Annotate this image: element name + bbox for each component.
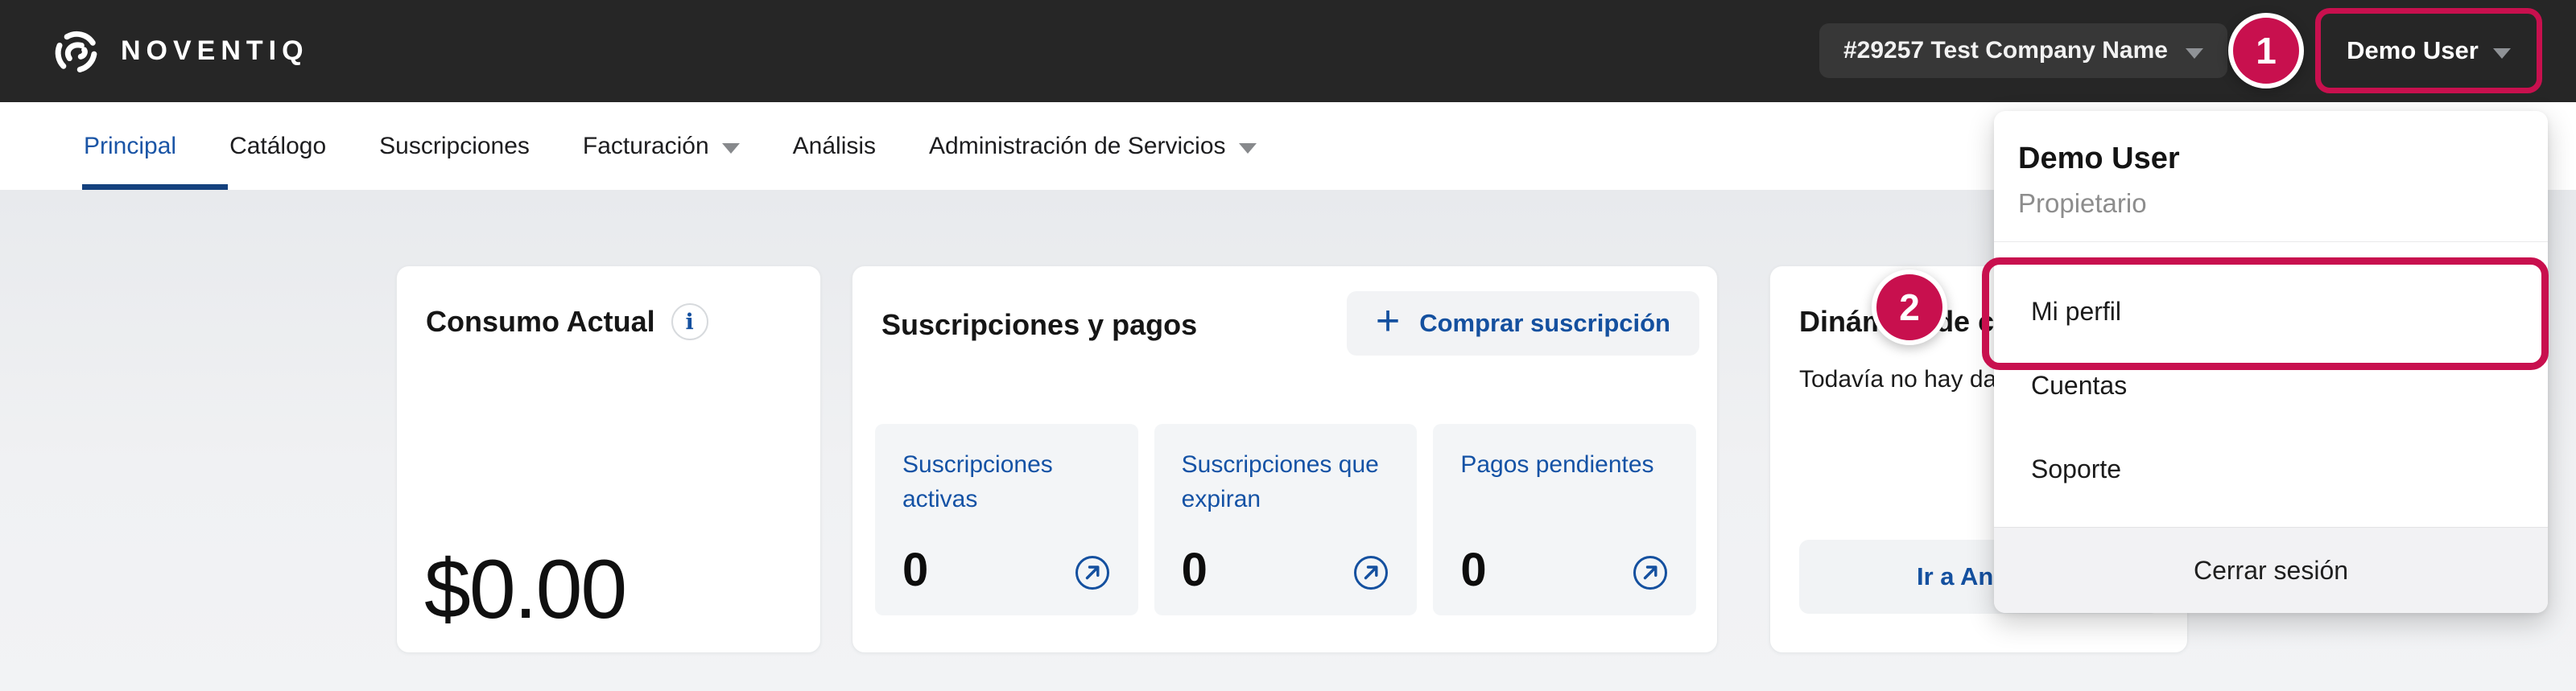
- portal-page: NOVENTIQ #29257 Test Company Name Demo U…: [0, 0, 2576, 691]
- stat-tile-suscripciones-activas[interactable]: Suscripciones activas 0: [875, 424, 1138, 615]
- consumo-actual-card: Consumo Actual i $0.00: [396, 265, 821, 653]
- nav-tab-administracion-label: Administración de Servicios: [929, 133, 1225, 160]
- stat-tile-value: 0: [1182, 549, 1208, 591]
- stat-tile-value: 0: [1460, 549, 1486, 591]
- nav-tab-principal[interactable]: Principal: [84, 133, 176, 160]
- noventiq-logo-text: NOVENTIQ: [121, 35, 309, 67]
- nav-tab-suscripciones[interactable]: Suscripciones: [379, 133, 530, 160]
- stat-tile-label: Suscripciones que expiran: [1182, 448, 1390, 516]
- noventiq-logo-icon: [53, 27, 101, 76]
- stat-tile-value: 0: [902, 549, 928, 591]
- nav-tab-administracion-servicios[interactable]: Administración de Servicios: [929, 133, 1256, 160]
- annotation-highlight-mi-perfil: [1982, 257, 2549, 370]
- menu-item-soporte[interactable]: Soporte: [2031, 454, 2121, 484]
- suscripciones-pagos-title: Suscripciones y pagos: [881, 308, 1197, 342]
- logout-label: Cerrar sesión: [2194, 556, 2348, 586]
- suscripciones-pagos-card: Suscripciones y pagos + Comprar suscripc…: [852, 265, 1718, 653]
- nav-tab-facturacion-label: Facturación: [583, 133, 709, 160]
- user-menu-label: Demo User: [2347, 36, 2479, 65]
- nav-tab-catalogo[interactable]: Catálogo: [229, 133, 326, 160]
- annotation-step-1-badge: 1: [2228, 13, 2304, 88]
- stat-tile-pagos-pendientes[interactable]: Pagos pendientes 0: [1433, 424, 1696, 615]
- top-bar: NOVENTIQ #29257 Test Company Name Demo U…: [0, 0, 2576, 102]
- logout-button[interactable]: Cerrar sesión: [1994, 527, 2548, 613]
- consumo-actual-title: Consumo Actual: [426, 305, 655, 339]
- company-selector-label: #29257 Test Company Name: [1843, 37, 2168, 64]
- stat-tile-suscripciones-que-expiran[interactable]: Suscripciones que expiran 0: [1154, 424, 1418, 615]
- arrow-up-right-icon[interactable]: [1352, 554, 1389, 591]
- info-icon[interactable]: i: [671, 303, 708, 340]
- annotation-step-2-badge: 2: [1872, 269, 1947, 345]
- company-selector[interactable]: #29257 Test Company Name: [1819, 23, 2227, 78]
- consumo-actual-amount: $0.00: [424, 542, 625, 638]
- nav-tab-facturacion[interactable]: Facturación: [583, 133, 740, 160]
- chevron-down-icon: [2493, 48, 2511, 59]
- arrow-up-right-icon[interactable]: [1632, 554, 1669, 591]
- dropdown-user-role: Propietario: [2018, 188, 2147, 219]
- consumo-actual-header: Consumo Actual i: [426, 303, 708, 340]
- menu-item-cuentas[interactable]: Cuentas: [2031, 371, 2127, 401]
- user-menu-button[interactable]: Demo User: [2315, 8, 2542, 93]
- dinamica-empty-text: Todavía no hay da: [1799, 366, 1996, 393]
- arrow-up-right-icon[interactable]: [1074, 554, 1111, 591]
- nav-tab-analisis[interactable]: Análisis: [793, 133, 876, 160]
- active-tab-underline: [82, 184, 228, 190]
- subscription-stat-tiles: Suscripciones activas 0 Suscripciones qu…: [875, 424, 1696, 615]
- stat-tile-label: Pagos pendientes: [1460, 448, 1669, 483]
- chevron-down-icon: [722, 143, 740, 154]
- comprar-suscripcion-label: Comprar suscripción: [1419, 309, 1670, 338]
- comprar-suscripcion-button[interactable]: + Comprar suscripción: [1347, 291, 1699, 356]
- dropdown-user-name: Demo User: [2018, 142, 2180, 176]
- stat-tile-label: Suscripciones activas: [902, 448, 1111, 516]
- noventiq-logo: NOVENTIQ: [53, 0, 309, 102]
- chevron-down-icon: [2186, 48, 2203, 59]
- dropdown-divider: [1994, 241, 2548, 242]
- chevron-down-icon: [1239, 143, 1257, 154]
